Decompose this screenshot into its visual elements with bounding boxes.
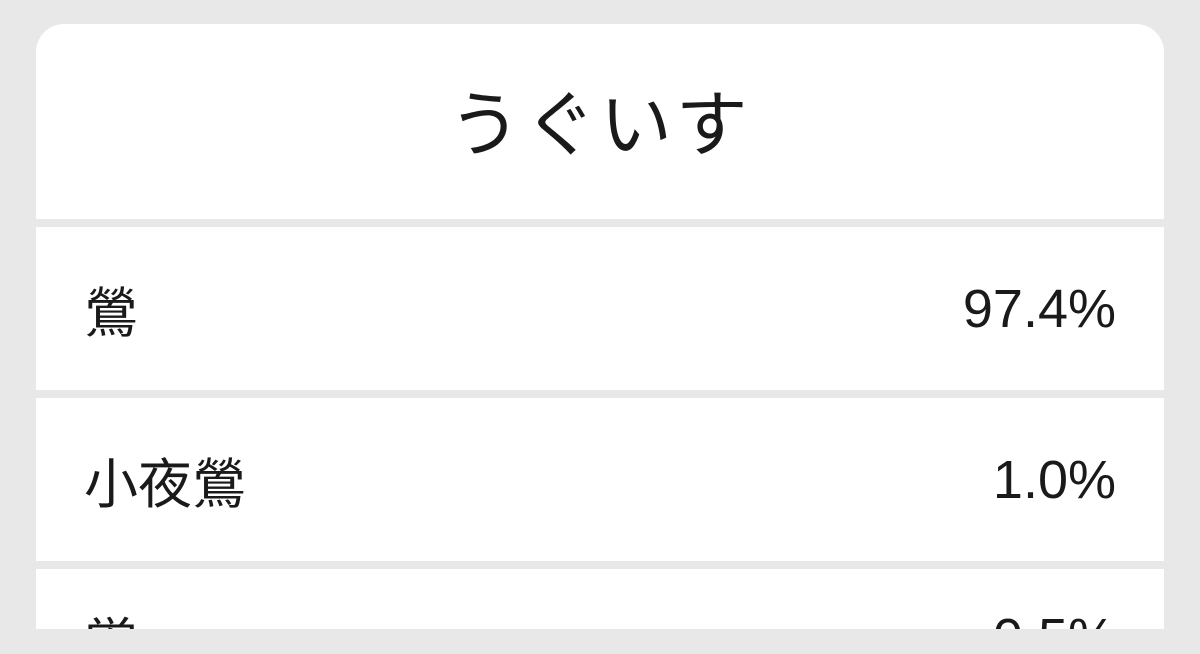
result-label: 小夜鶯 <box>84 440 246 519</box>
card-title: うぐいす <box>36 66 1164 171</box>
list-item[interactable]: 小夜鶯 1.0% <box>36 398 1164 569</box>
list-item[interactable]: 鴬 0.5% <box>36 569 1164 629</box>
list-item[interactable]: 鶯 97.4% <box>36 227 1164 398</box>
results-list: 鶯 97.4% 小夜鶯 1.0% 鴬 0.5% <box>36 227 1164 629</box>
result-value: 0.5% <box>993 607 1116 629</box>
result-label: 鴬 <box>84 599 138 630</box>
result-value: 97.4% <box>963 278 1116 340</box>
result-value: 1.0% <box>993 449 1116 511</box>
results-card: うぐいす 鶯 97.4% 小夜鶯 1.0% 鴬 0.5% <box>36 24 1164 629</box>
result-label: 鶯 <box>84 269 138 348</box>
card-header: うぐいす <box>36 24 1164 227</box>
